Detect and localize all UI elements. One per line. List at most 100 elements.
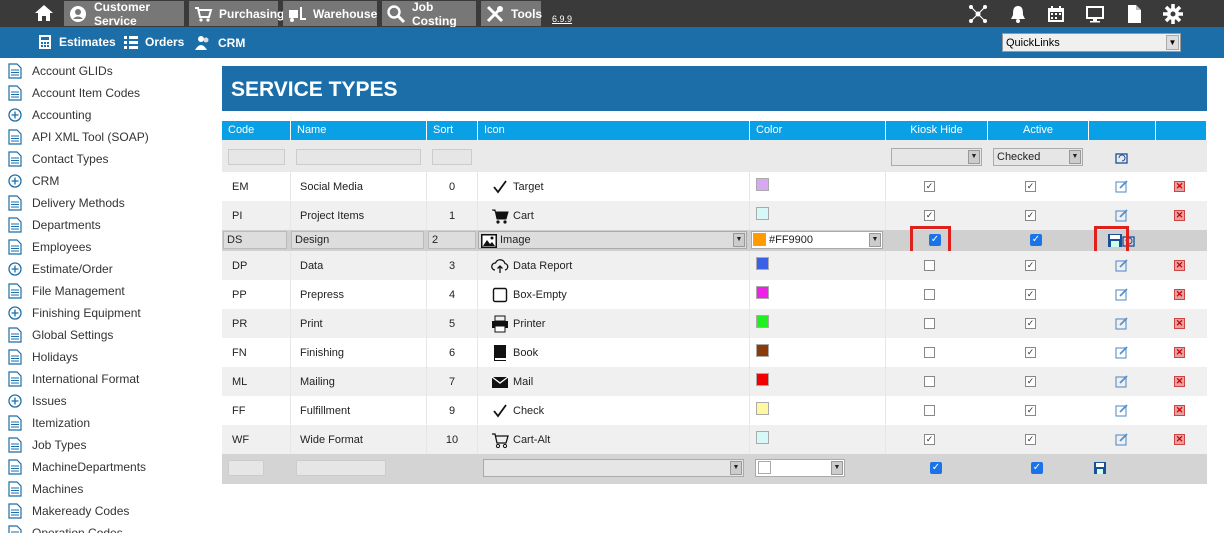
plus-circle-icon[interactable] (8, 108, 22, 122)
table-row[interactable]: PP Prepress 4 Box-Empty ✓ ✕ (222, 280, 1207, 309)
quicklinks-select[interactable]: QuickLinks ▼ (1002, 33, 1181, 52)
filter-active-select[interactable]: Checked ▼ (993, 148, 1083, 166)
plus-circle-icon[interactable] (8, 306, 22, 320)
edit-icon-select[interactable]: Image ▼ (478, 231, 747, 249)
edit-name-input[interactable]: Design (291, 231, 424, 249)
nav-tools[interactable]: Tools (481, 1, 542, 26)
sidebar-item[interactable]: Contact Types (8, 148, 109, 170)
edit-icon[interactable] (1115, 180, 1128, 193)
new-name-input[interactable] (296, 460, 386, 476)
nav-crm[interactable]: CRM (195, 35, 245, 51)
sidebar-item[interactable]: Operation Codes (8, 522, 123, 533)
table-row[interactable]: WF Wide Format 10 Cart-Alt ✓ ✓ ✕ (222, 425, 1207, 454)
edit-icon[interactable] (1115, 209, 1128, 222)
delete-icon[interactable]: ✕ (1174, 347, 1185, 358)
sidebar-item[interactable]: Holidays (8, 346, 78, 368)
delete-icon[interactable]: ✕ (1174, 210, 1185, 221)
nav-orders[interactable]: Orders (124, 35, 184, 49)
bell-icon[interactable] (1008, 4, 1028, 24)
plus-circle-icon[interactable] (8, 262, 22, 276)
table-row[interactable]: PR Print 5 Printer ✓ ✕ (222, 309, 1207, 338)
edit-icon[interactable] (1115, 317, 1128, 330)
sidebar-item[interactable]: Global Settings (8, 324, 113, 346)
network-icon[interactable] (968, 4, 988, 24)
sidebar-item[interactable]: Makeready Codes (8, 500, 129, 522)
nav-estimates[interactable]: Estimates (38, 35, 116, 49)
edit-icon[interactable] (1115, 346, 1128, 359)
filter-kiosk-select[interactable]: ▼ (891, 148, 982, 166)
sidebar-item[interactable]: Accounting (8, 104, 91, 126)
calculator-icon (39, 35, 51, 49)
delete-icon[interactable]: ✕ (1174, 376, 1185, 387)
save-icon[interactable] (1094, 462, 1106, 474)
delete-icon[interactable]: ✕ (1174, 289, 1185, 300)
table-row[interactable]: PI Project Items 1 Cart ✓ ✓ ✕ (222, 201, 1207, 230)
table-row[interactable]: FF Fulfillment 9 Check ✓ ✕ (222, 396, 1207, 425)
nav-job-costing[interactable]: Job Costing (382, 0, 476, 28)
delete-icon[interactable]: ✕ (1174, 434, 1185, 445)
edit-sort-input[interactable]: 2 (428, 231, 476, 249)
new-icon-select[interactable]: ▼ (483, 459, 744, 477)
table-row-editing[interactable]: DS Design 2 Image ▼ #FF9900 ▼ ✓ ✓ (222, 226, 1207, 257)
delete-icon[interactable]: ✕ (1174, 181, 1185, 192)
column-header-code[interactable]: Code (222, 121, 291, 140)
new-kiosk-checkbox[interactable]: ✓ (930, 462, 942, 474)
sidebar-item[interactable]: API XML Tool (SOAP) (8, 126, 149, 148)
sidebar-item[interactable]: Departments (8, 214, 101, 236)
edit-icon[interactable] (1115, 288, 1128, 301)
plus-circle-icon[interactable] (8, 394, 22, 408)
new-code-input[interactable] (228, 460, 264, 476)
version-link[interactable]: 6.9.9 (552, 14, 572, 24)
sidebar-item[interactable]: Machines (8, 478, 83, 500)
delete-icon[interactable]: ✕ (1174, 405, 1185, 416)
table-row[interactable]: ML Mailing 7 Mail ✓ ✕ (222, 367, 1207, 396)
delete-icon[interactable]: ✕ (1174, 260, 1185, 271)
column-header-icon[interactable]: Icon (478, 121, 750, 140)
sidebar-item[interactable]: CRM (8, 170, 59, 192)
sidebar-item[interactable]: Job Types (8, 434, 86, 456)
table-row[interactable]: FN Finishing 6 Book ✓ ✕ (222, 338, 1207, 367)
nav-purchasing[interactable]: Purchasing (189, 1, 284, 26)
nav-customer-service[interactable]: Customer Service (64, 0, 184, 28)
filter-name-input[interactable] (296, 149, 421, 165)
sidebar-item[interactable]: Issues (8, 390, 67, 412)
plus-circle-icon[interactable] (8, 174, 22, 188)
top-navigation-bar: Customer Service Purchasing Warehouse Jo… (0, 0, 1224, 28)
filter-code-input[interactable] (228, 149, 285, 165)
column-header-sort[interactable]: Sort (427, 121, 478, 140)
table-row[interactable]: DP Data 3 Data Report ✓ ✕ (222, 251, 1207, 280)
sidebar-item[interactable]: Delivery Methods (8, 192, 125, 214)
nav-warehouse[interactable]: Warehouse (283, 1, 377, 26)
sidebar-item[interactable]: Finishing Equipment (8, 302, 141, 324)
monitor-icon[interactable] (1085, 4, 1105, 24)
new-active-checkbox[interactable]: ✓ (1031, 462, 1043, 474)
edit-icon[interactable] (1115, 375, 1128, 388)
column-header-name[interactable]: Name (291, 121, 427, 140)
file-icon[interactable] (1124, 4, 1144, 24)
filter-sort-input[interactable] (432, 149, 472, 165)
edit-icon[interactable] (1115, 259, 1128, 272)
calendar-icon[interactable] (1046, 4, 1066, 24)
column-header-kiosk-hide[interactable]: Kiosk Hide (886, 121, 988, 140)
edit-icon[interactable] (1115, 404, 1128, 417)
sidebar-item[interactable]: MachineDepartments (8, 456, 146, 478)
sidebar-item[interactable]: Itemization (8, 412, 90, 434)
table-row[interactable]: EM Social Media 0 Target ✓ ✓ ✕ (222, 172, 1207, 201)
sidebar-item[interactable]: Account Item Codes (8, 82, 140, 104)
new-color-select[interactable]: ▼ (755, 459, 845, 477)
active-checkbox[interactable]: ✓ (1030, 234, 1042, 246)
sidebar-item[interactable]: Account GLIDs (8, 60, 113, 82)
sidebar-item[interactable]: Estimate/Order (8, 258, 113, 280)
sidebar-item[interactable]: Employees (8, 236, 91, 258)
home-icon[interactable] (34, 3, 54, 23)
edit-code-input[interactable]: DS (223, 231, 287, 249)
column-header-active[interactable]: Active (988, 121, 1089, 140)
sidebar-item[interactable]: International Format (8, 368, 139, 390)
edit-icon[interactable] (1115, 433, 1128, 446)
delete-icon[interactable]: ✕ (1174, 318, 1185, 329)
sidebar-item[interactable]: File Management (8, 280, 125, 302)
edit-color-select[interactable]: #FF9900 ▼ (751, 231, 883, 249)
gear-icon[interactable] (1163, 4, 1183, 24)
column-header-color[interactable]: Color (750, 121, 886, 140)
filter-refresh-icon[interactable] (1115, 151, 1128, 164)
